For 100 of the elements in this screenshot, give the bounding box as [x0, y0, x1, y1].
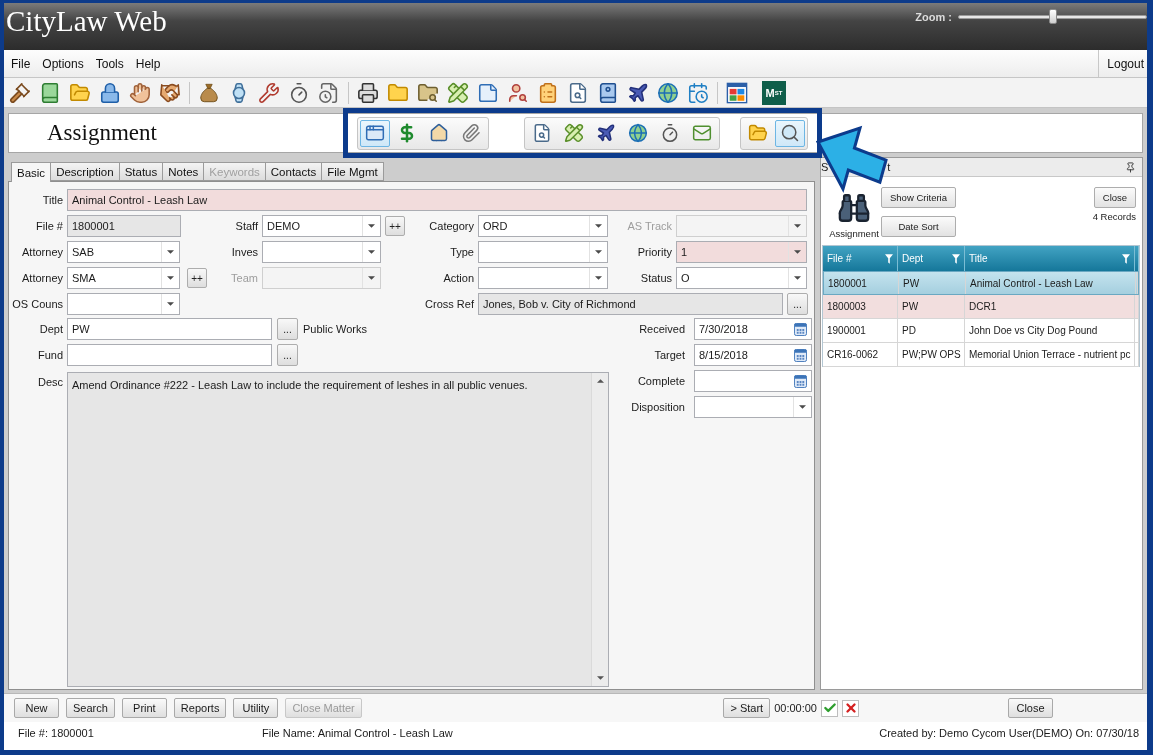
folder-search-icon[interactable]	[417, 81, 439, 104]
color-grid-icon[interactable]	[726, 81, 748, 104]
money-bag-icon[interactable]	[198, 81, 220, 104]
menu-item[interactable]: File	[5, 50, 37, 77]
document-search-icon[interactable]	[567, 81, 589, 104]
note-icon[interactable]	[477, 81, 499, 104]
wrench-icon[interactable]	[258, 81, 280, 104]
tab[interactable]: File Mgmt	[321, 162, 384, 181]
browse-button[interactable]: ...	[277, 318, 298, 340]
pin-icon[interactable]	[1125, 161, 1136, 173]
scrollbar[interactable]	[591, 373, 608, 686]
contact-book-icon[interactable]	[597, 81, 619, 104]
table-row[interactable]: 1800003 PW DCR1	[823, 295, 1139, 319]
table-row[interactable]: CR16-0062 PW;PW OPS Memorial Union Terrace - nutrient pc	[823, 343, 1139, 367]
action-button[interactable]: Print	[121, 698, 167, 718]
action-button[interactable]: Utility	[233, 698, 279, 718]
toolbar-button[interactable]	[360, 119, 390, 147]
browse-button[interactable]: ...	[277, 344, 298, 366]
lock-icon[interactable]	[99, 81, 121, 104]
table-row[interactable]: 1900001 PD John Doe vs City Dog Pound	[823, 319, 1139, 343]
hand-icon[interactable]	[129, 81, 151, 104]
action-button[interactable]: Search	[66, 698, 115, 718]
add-button[interactable]: ++	[385, 216, 405, 236]
text-field[interactable]: PW	[67, 318, 272, 340]
user-search-icon[interactable]	[507, 81, 529, 104]
check-icon[interactable]	[821, 699, 838, 717]
airplane-icon[interactable]	[627, 81, 649, 104]
down-arrow-icon[interactable]	[596, 676, 604, 680]
date-field[interactable]: 8/15/2018	[694, 344, 812, 366]
field-label: Priority	[636, 246, 673, 258]
stopwatch-icon[interactable]	[288, 81, 310, 104]
tab[interactable]: Status	[118, 162, 164, 181]
toolbar-button[interactable]	[775, 119, 805, 147]
start-button[interactable]: > Start	[723, 698, 771, 718]
letter-tile-button[interactable]: M$^{ST}$	[762, 80, 786, 105]
folder-icon	[748, 123, 768, 143]
gavel-icon[interactable]	[9, 81, 31, 104]
table-cell: 1900001	[823, 319, 898, 342]
globe-icon[interactable]	[657, 81, 679, 104]
tab[interactable]: Basic	[11, 162, 52, 182]
memo-field[interactable]: Amend Ordinance #222 - Leash Law to include the requirement of leshes in all public venues.	[67, 372, 609, 687]
text-field[interactable]: Jones, Bob v. City of Richmond	[478, 293, 783, 315]
book-icon[interactable]	[39, 81, 61, 104]
field-label: Desc	[36, 376, 64, 388]
browse-button[interactable]: ...	[787, 293, 808, 315]
text-field[interactable]	[67, 344, 272, 366]
date-field[interactable]: 7/30/2018	[694, 318, 812, 340]
tab[interactable]: Description	[50, 162, 120, 181]
dropdown[interactable]: O	[676, 267, 807, 289]
close-button[interactable]: Close	[1008, 698, 1053, 718]
field-label: Attorney	[21, 246, 64, 258]
panel-button[interactable]: Date Sort	[881, 216, 956, 237]
folder-icon[interactable]	[69, 81, 91, 104]
filter-icon[interactable]	[1122, 253, 1130, 264]
printer-icon[interactable]	[357, 81, 379, 104]
dropdown[interactable]: 1	[676, 241, 807, 263]
action-button[interactable]: New	[14, 698, 59, 718]
filter-icon[interactable]	[952, 253, 960, 264]
folder-icon[interactable]	[387, 81, 409, 104]
handshake-icon[interactable]	[159, 81, 181, 104]
field-label: Complete	[636, 375, 686, 387]
text-field[interactable]: 1800001	[67, 215, 181, 237]
field-label: Cross Ref	[424, 298, 475, 310]
calendar-icon[interactable]	[794, 348, 807, 362]
table-row[interactable]: 1800001 PW Animal Control - Leash Law	[823, 271, 1139, 295]
document-clock-icon[interactable]	[318, 81, 340, 104]
dropdown[interactable]: SMA	[67, 267, 180, 289]
close-button[interactable]: Close	[1094, 187, 1136, 208]
action-button[interactable]: Reports	[173, 698, 227, 718]
department-name: Public Works	[303, 323, 367, 335]
calendar-icon[interactable]	[794, 374, 807, 388]
tab[interactable]: Contacts	[264, 162, 323, 181]
window-icon	[365, 123, 385, 143]
logout-button[interactable]: Logout	[1098, 50, 1147, 77]
dropdown[interactable]: SAB	[67, 241, 180, 263]
field-label: Inves	[230, 246, 259, 258]
filter-icon[interactable]	[885, 253, 893, 264]
calendar-icon[interactable]	[794, 322, 807, 336]
tab[interactable]: Notes	[162, 162, 205, 181]
dropdown[interactable]: ORD	[478, 215, 608, 237]
caret-icon	[368, 276, 375, 280]
menu-item[interactable]: Tools	[89, 50, 130, 77]
calendar-clock-icon[interactable]	[687, 81, 709, 104]
clipboard-icon[interactable]	[537, 81, 559, 104]
binoculars-icon	[837, 191, 871, 225]
add-button[interactable]: ++	[187, 268, 207, 288]
text-field[interactable]: Animal Control - Leash Law	[67, 189, 807, 211]
date-field[interactable]	[694, 370, 812, 392]
caret-icon	[794, 250, 801, 254]
panel-button[interactable]: Show Criteria	[881, 187, 956, 208]
table-cell: PW	[898, 295, 965, 318]
pencil-ruler-icon[interactable]	[447, 81, 469, 104]
cross-icon[interactable]	[842, 699, 859, 717]
menu-item[interactable]: Help	[129, 50, 167, 77]
table-cell: PW;PW OPS	[898, 343, 965, 366]
up-arrow-icon[interactable]	[596, 379, 604, 383]
dropdown[interactable]: DEMO	[262, 215, 381, 237]
zoom-slider-thumb[interactable]	[1048, 9, 1057, 24]
table-cell: DCR1	[965, 295, 1135, 318]
menu-item[interactable]: Options	[36, 50, 90, 77]
